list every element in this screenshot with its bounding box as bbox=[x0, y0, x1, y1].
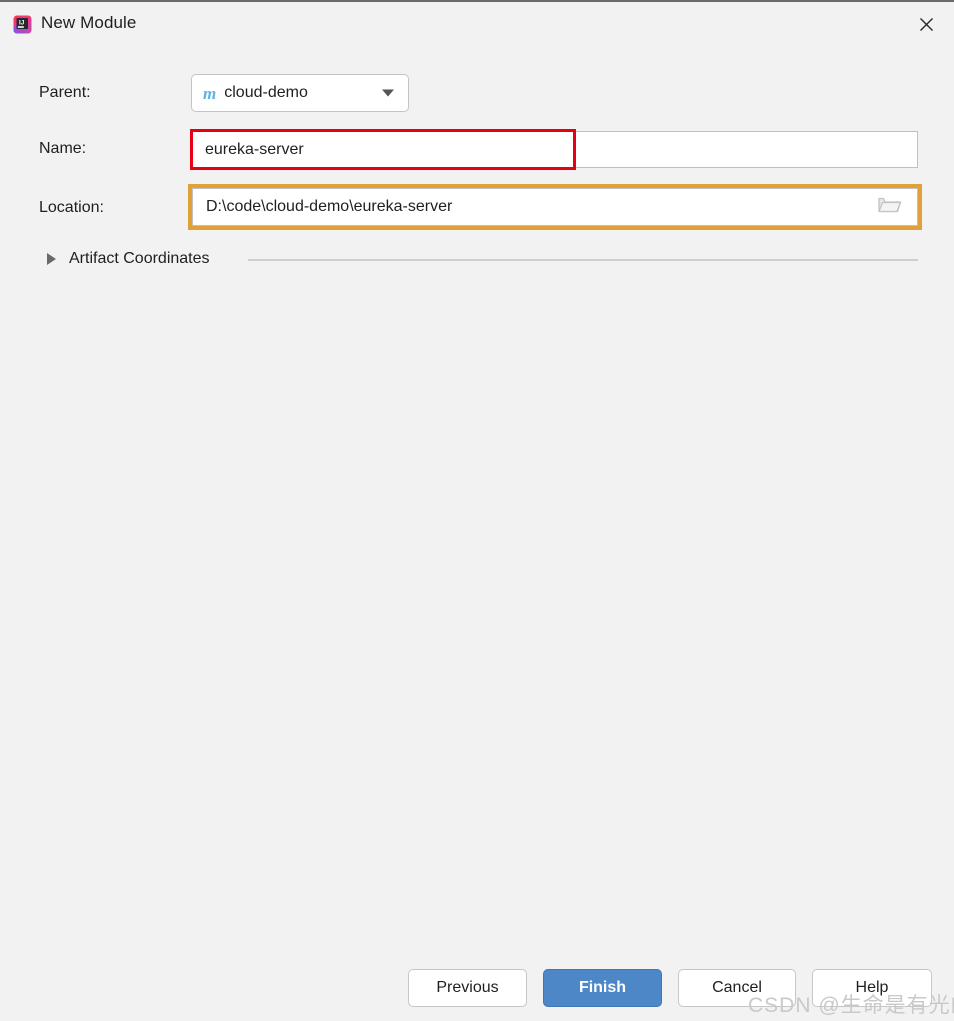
window-title: New Module bbox=[41, 13, 137, 32]
parent-label: Parent: bbox=[39, 84, 91, 101]
folder-icon[interactable] bbox=[878, 195, 902, 220]
intellij-idea-icon: IJ bbox=[13, 15, 32, 34]
svg-text:IJ: IJ bbox=[19, 20, 25, 27]
parent-combobox[interactable]: m cloud-demo bbox=[191, 74, 409, 112]
close-icon[interactable] bbox=[898, 2, 954, 46]
title-bar: IJ New Module bbox=[0, 2, 954, 46]
help-button[interactable]: Help bbox=[812, 969, 932, 1007]
previous-button[interactable]: Previous bbox=[408, 969, 527, 1007]
cancel-button[interactable]: Cancel bbox=[678, 969, 796, 1007]
name-input[interactable]: eureka-server bbox=[191, 131, 918, 168]
artifact-coordinates-label: Artifact Coordinates bbox=[69, 250, 210, 267]
location-label: Location: bbox=[39, 199, 104, 216]
name-input-value: eureka-server bbox=[205, 140, 304, 158]
location-input[interactable]: D:\code\cloud-demo\eureka-server bbox=[192, 188, 918, 226]
triangle-right-icon bbox=[47, 253, 56, 265]
chevron-down-icon[interactable] bbox=[382, 89, 394, 97]
finish-button[interactable]: Finish bbox=[543, 969, 662, 1007]
name-label: Name: bbox=[39, 140, 87, 157]
maven-module-icon: m bbox=[203, 83, 217, 103]
artifact-coordinates-toggle[interactable]: Artifact Coordinates bbox=[39, 248, 210, 270]
parent-selected-value: cloud-demo bbox=[224, 84, 308, 101]
location-input-value: D:\code\cloud-demo\eureka-server bbox=[206, 198, 453, 215]
artifact-coordinates-separator bbox=[248, 259, 918, 261]
